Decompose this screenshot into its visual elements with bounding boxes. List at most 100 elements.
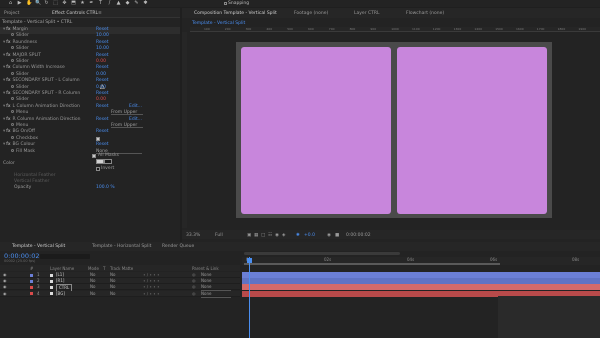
column-header[interactable]: Track Matte <box>110 266 133 271</box>
column-header[interactable]: Mode <box>88 266 99 271</box>
current-time-display[interactable]: 0:00:00:02 <box>346 233 371 238</box>
layer-row[interactable]: ◉ 2 [R1] No No ∙ ∕ ∙ ∙ ∙ ◎ None <box>0 278 240 286</box>
stopwatch-icon[interactable] <box>11 123 14 126</box>
show-snapshot-icon[interactable]: ■ <box>335 233 339 238</box>
stopwatch-icon[interactable] <box>11 110 14 114</box>
layer-name[interactable]: [BG] <box>56 291 65 297</box>
layer-name[interactable]: [L1] <box>56 272 64 278</box>
left-column-pane[interactable] <box>241 47 391 214</box>
work-area-bar[interactable] <box>244 263 500 265</box>
layer-switches[interactable]: ∙ ∕ ∙ ∙ ∙ <box>143 272 159 278</box>
layer-label-color[interactable] <box>30 279 33 283</box>
opacity-value[interactable]: 100.0 % <box>96 185 115 190</box>
stopwatch-icon[interactable] <box>11 33 14 37</box>
layer-mode-dropdown[interactable]: No <box>90 272 95 278</box>
fx-toggle-icon[interactable]: fx <box>6 117 10 122</box>
pickwhip-icon[interactable]: ◎ <box>192 291 196 297</box>
snapshot-icon[interactable]: ◉ <box>327 233 331 238</box>
layer-mode-dropdown[interactable]: No <box>90 291 95 297</box>
track-matte-dropdown[interactable]: No <box>110 291 115 297</box>
fx-toggle-icon[interactable]: fx <box>6 142 10 147</box>
fx-toggle-icon[interactable]: fx <box>6 129 10 134</box>
tool-button-13[interactable]: ◆ <box>125 1 130 6</box>
pickwhip-icon[interactable]: ◎ <box>192 284 196 290</box>
layer-label-color[interactable] <box>30 292 33 296</box>
effect-dropdown[interactable]: From Upper <box>111 110 143 116</box>
view-options-icon[interactable]: ◈ <box>282 233 285 238</box>
tool-button-12[interactable]: ▲ <box>116 1 121 6</box>
fx-toggle-icon[interactable]: fx <box>6 53 10 58</box>
layer-switches[interactable]: ∙ ∕ ∙ ∙ ∙ <box>143 291 159 297</box>
mask-swatch-black[interactable] <box>104 159 112 164</box>
stopwatch-icon[interactable] <box>11 71 14 75</box>
layer-row[interactable]: ◉ 3 CTRL No No ∙ ∕ ∙ ∙ ∙ ◎ None <box>0 284 240 293</box>
tool-button-11[interactable]: / <box>107 1 112 6</box>
right-column-pane[interactable] <box>397 47 547 214</box>
grid-icon[interactable]: ☷ <box>268 233 272 238</box>
stopwatch-icon[interactable] <box>11 97 14 101</box>
layer-mode-dropdown[interactable]: No <box>90 278 95 284</box>
effect-dropdown[interactable]: From Upper <box>111 123 143 128</box>
tab-timeline-vertical-split[interactable]: Template - Vertical Split <box>12 244 65 249</box>
tool-button-10[interactable]: T <box>98 1 103 6</box>
fx-toggle-icon[interactable]: fx <box>6 27 10 32</box>
layer-duration-bar[interactable] <box>242 284 600 291</box>
invert-checkbox[interactable] <box>96 167 100 171</box>
layer-row[interactable]: ◉ 1 [L1] No No ∙ ∕ ∙ ∙ ∙ ◎ None <box>0 272 240 279</box>
zoom-dropdown[interactable]: 33.3% <box>186 233 200 238</box>
pickwhip-icon[interactable]: ◎ <box>192 272 196 278</box>
exposure-icon[interactable]: ✺ <box>296 233 300 238</box>
resolution-dropdown[interactable]: Full <box>215 233 223 238</box>
snapping-checkbox[interactable] <box>224 1 227 5</box>
bg-on-checkbox[interactable] <box>96 137 100 141</box>
tool-button-1[interactable]: ▶ <box>17 1 22 6</box>
tool-button-8[interactable]: ★ <box>80 1 85 6</box>
parent-dropdown[interactable]: None <box>201 291 231 298</box>
layer-row[interactable]: ◉ 4 [BG] No No ∙ ∕ ∙ ∙ ∙ ◎ None <box>0 290 240 298</box>
tab-layer[interactable]: Layer CTRL <box>354 11 380 16</box>
layer-label-color[interactable] <box>30 273 33 277</box>
fx-toggle-icon[interactable]: fx <box>6 104 10 109</box>
tool-button-5[interactable]: ⬚ <box>53 1 58 6</box>
layer-duration-bar[interactable] <box>242 278 600 285</box>
all-masks-checkbox[interactable] <box>92 154 96 158</box>
track-matte-dropdown[interactable]: No <box>110 278 115 284</box>
tab-timeline-horizontal-split[interactable]: Template - Horizontal Split <box>92 244 151 249</box>
stopwatch-icon[interactable] <box>11 148 14 152</box>
column-header[interactable]: Parent & Link <box>192 266 219 271</box>
transparency-grid-icon[interactable]: ▦ <box>254 233 258 238</box>
layer-duration-bar[interactable] <box>242 272 600 278</box>
layer-name[interactable]: [R1] <box>56 278 64 284</box>
tool-button-4[interactable]: ↻ <box>44 1 49 6</box>
tab-effect-controls[interactable]: Effect Controls CTRL <box>52 11 98 16</box>
tab-project[interactable]: Project <box>4 11 19 16</box>
tab-composition[interactable]: Composition Template - Vertical Split <box>194 11 277 16</box>
tab-render-queue[interactable]: Render Queue <box>162 244 194 249</box>
tool-button-3[interactable]: 🔍 <box>35 1 41 6</box>
track-matte-dropdown[interactable]: No <box>110 284 115 290</box>
column-header[interactable]: T <box>103 266 105 271</box>
timeline-zoom-bar[interactable] <box>244 252 400 255</box>
visibility-eye-icon[interactable]: ◉ <box>3 291 7 297</box>
playhead-line[interactable] <box>249 257 250 338</box>
fx-toggle-icon[interactable]: fx <box>6 78 10 83</box>
tool-button-7[interactable]: ⬒ <box>71 1 76 6</box>
tool-button-9[interactable]: ✒ <box>89 1 94 6</box>
timeline-search-input[interactable] <box>40 254 90 259</box>
mask-swatch-white[interactable] <box>96 159 104 164</box>
tab-flowchart[interactable]: Flowchart (none) <box>406 11 444 16</box>
panel-menu-icon[interactable]: ≡ <box>98 11 102 16</box>
exposure-value[interactable]: +0.0 <box>304 233 315 238</box>
visibility-eye-icon[interactable]: ◉ <box>3 284 7 290</box>
fx-toggle-icon[interactable]: fx <box>6 91 10 96</box>
visibility-eye-icon[interactable]: ◉ <box>3 272 7 278</box>
tool-button-2[interactable]: ✋ <box>26 1 32 6</box>
visibility-eye-icon[interactable]: ◉ <box>3 278 7 284</box>
fx-toggle-icon[interactable]: fx <box>6 40 10 45</box>
tab-footage[interactable]: Footage (none) <box>294 11 328 16</box>
column-header[interactable]: # <box>30 266 33 271</box>
layer-label-color[interactable] <box>30 285 33 289</box>
fx-toggle-icon[interactable]: fx <box>6 65 10 70</box>
stopwatch-icon[interactable] <box>11 135 14 139</box>
tool-button-6[interactable]: ✥ <box>62 1 67 6</box>
